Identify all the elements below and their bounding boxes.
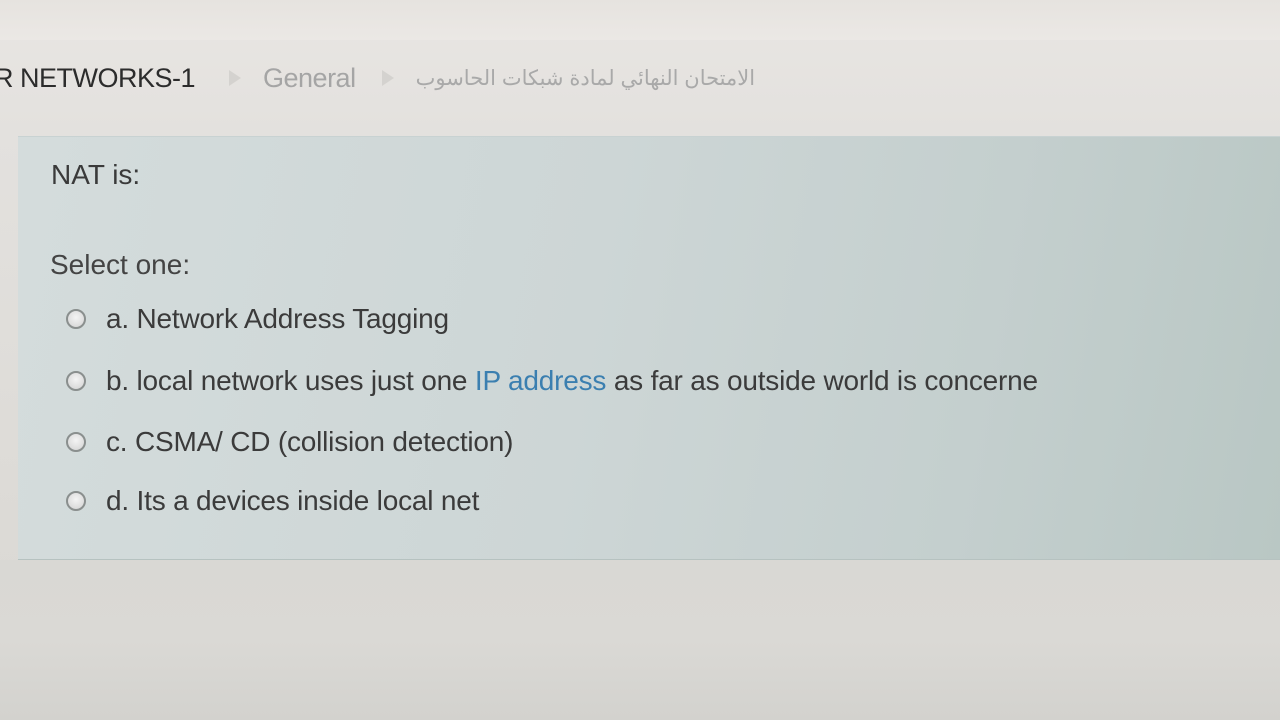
breadcrumb-quiz-link[interactable]: الامتحان النهائي لمادة شبكات الحاسوب (416, 66, 756, 91)
select-one-prompt: Select one: (50, 249, 191, 280)
breadcrumb: R NETWORKS-1 General الامتحان النهائي لم… (0, 58, 756, 98)
answer-option-b[interactable]: b. local network uses just one IP addres… (66, 365, 1038, 397)
question-panel: NAT is: Select one: a. Network Address T… (18, 136, 1280, 560)
answer-label-d: d. Its a devices inside local net (106, 485, 480, 516)
radio-button-icon[interactable] (66, 491, 86, 511)
answer-label-b: b. local network uses just one IP addres… (106, 365, 1038, 397)
radio-button-icon[interactable] (66, 432, 86, 452)
ip-address-glossary-link[interactable]: IP address (475, 365, 607, 396)
answer-label-b-end: as far as outside world is concerne (606, 365, 1038, 396)
answer-label-a: a. Network Address Tagging (106, 303, 449, 334)
breadcrumb-section-link[interactable]: General (263, 63, 356, 94)
breadcrumb-separator-icon (229, 70, 242, 86)
breadcrumb-course-link[interactable]: R NETWORKS-1 (0, 63, 196, 94)
radio-button-icon[interactable] (66, 371, 86, 391)
page-footer-area (0, 560, 1280, 720)
breadcrumb-separator-icon (381, 70, 394, 86)
answer-option-c[interactable]: c. CSMA/ CD (collision detection) (66, 426, 514, 458)
answer-label-b-start: b. local network uses just one (106, 365, 475, 396)
question-text: NAT is: (51, 159, 141, 190)
answer-option-d[interactable]: d. Its a devices inside local net (66, 485, 479, 517)
answer-label-c: c. CSMA/ CD (collision detection) (106, 426, 514, 457)
answer-option-a[interactable]: a. Network Address Tagging (66, 303, 449, 335)
page-header-band (0, 0, 1280, 40)
radio-button-icon[interactable] (66, 309, 86, 329)
